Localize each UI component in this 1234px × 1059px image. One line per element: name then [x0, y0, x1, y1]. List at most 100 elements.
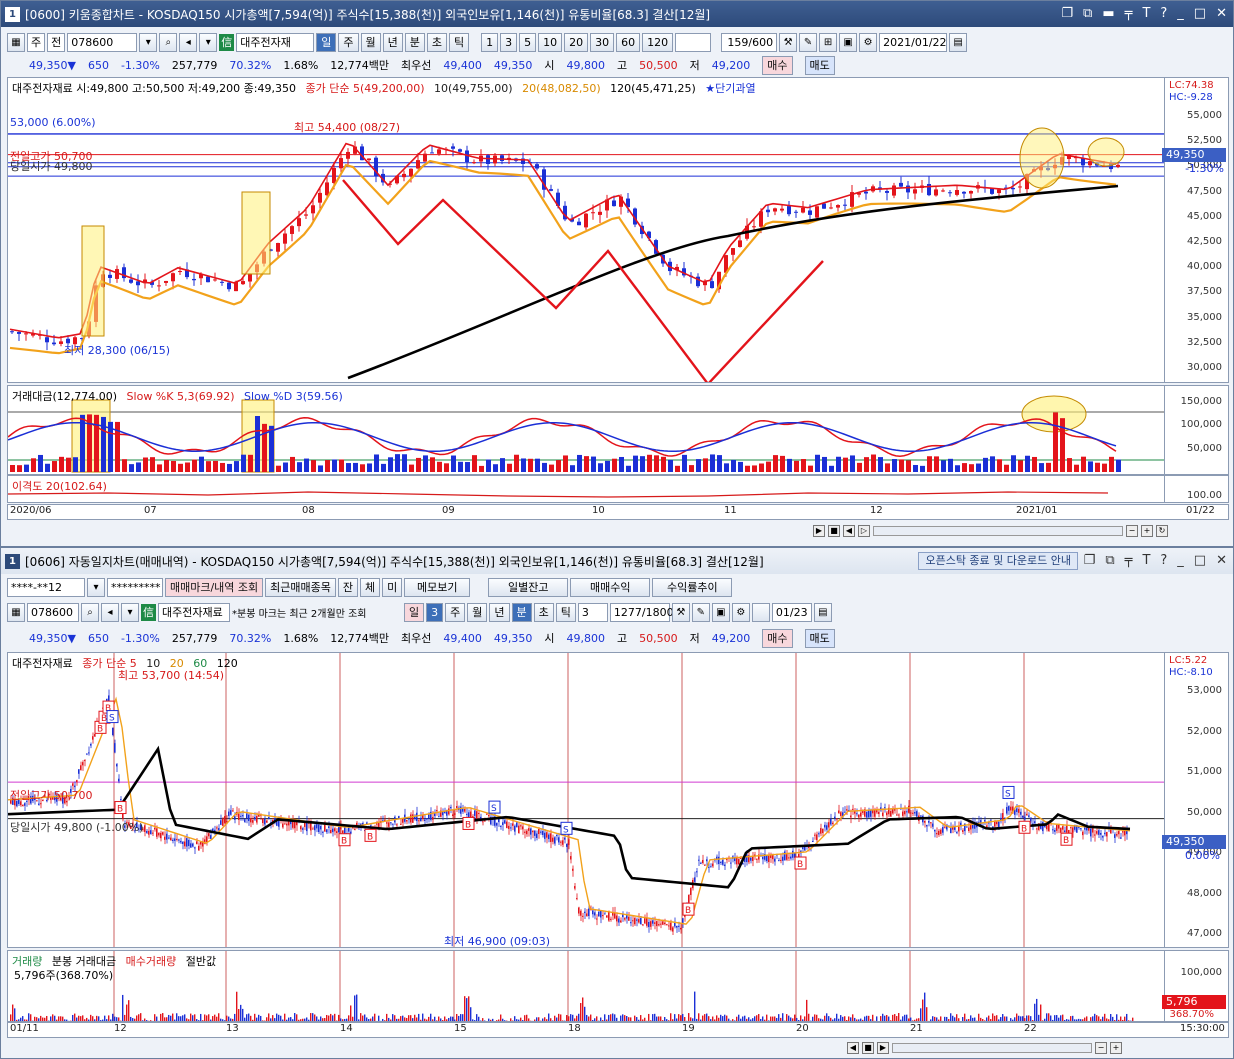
tab-balance[interactable]: 잔 — [337, 577, 359, 597]
data-count[interactable]: 159/600 — [721, 32, 778, 52]
bperiod-minute[interactable]: 분 — [511, 602, 532, 622]
layout-icon[interactable]: ▦ — [7, 32, 25, 52]
b-sell-button[interactable]: 매도 — [804, 628, 835, 648]
font-icon[interactable]: T — [1142, 6, 1150, 21]
scroll-left-icon[interactable]: ◀ — [843, 525, 855, 537]
b-buy-button[interactable]: 매수 — [762, 628, 793, 648]
bperiod-tick[interactable]: 틱 — [555, 602, 576, 622]
help-icon[interactable]: ? — [1160, 6, 1167, 21]
min-30[interactable]: 30 — [590, 32, 615, 52]
search-icon[interactable]: ⌕ — [81, 602, 99, 622]
minimize-icon[interactable]: _ — [1177, 553, 1184, 568]
bperiod-3[interactable]: 3 — [426, 602, 444, 622]
bottom-data-count[interactable]: 1277/1800 — [609, 602, 674, 622]
restore-icon[interactable]: ❐ — [1061, 6, 1073, 21]
min-5[interactable]: 5 — [519, 32, 537, 52]
type-select-2[interactable]: 전 — [47, 32, 66, 52]
bottom-stock-code[interactable]: 078600 — [27, 602, 79, 622]
font-icon[interactable]: T — [1142, 553, 1150, 568]
period-day[interactable]: 일 — [316, 32, 337, 52]
minute-interval[interactable]: 3 — [577, 602, 608, 622]
min-60[interactable]: 60 — [616, 32, 641, 52]
period-second[interactable]: 초 — [426, 32, 447, 52]
pin-icon[interactable]: ╤ — [1125, 553, 1133, 568]
bperiod-year[interactable]: 년 — [489, 602, 510, 622]
pin-icon[interactable]: ╤ — [1125, 6, 1133, 21]
minimize-window-icon[interactable]: _ — [1177, 6, 1184, 21]
bottom-date-input[interactable]: 01/23 — [771, 602, 812, 622]
arrow-icon[interactable]: ▾ — [199, 32, 218, 52]
min-3[interactable]: 3 — [500, 32, 518, 52]
scroll-left-icon[interactable]: ◀ — [847, 1042, 859, 1054]
buy-button[interactable]: 매수 — [762, 55, 793, 75]
search-icon[interactable]: ⌕ — [159, 32, 178, 52]
zoom-in-icon[interactable]: + — [1110, 1042, 1122, 1054]
return-trend-button[interactable]: 수익률추이 — [652, 577, 733, 597]
min-1[interactable]: 1 — [481, 32, 499, 52]
daily-price-chart[interactable]: 대주전자재료 시:49,800 고:50,500 저:49,200 종:49,3… — [7, 77, 1229, 383]
save-icon[interactable]: ▣ — [711, 602, 730, 622]
calendar-icon[interactable]: ▤ — [813, 602, 832, 622]
zoom-out-icon[interactable]: − — [1126, 525, 1138, 537]
speaker-icon[interactable]: ◂ — [101, 602, 119, 622]
scroll-track[interactable] — [873, 526, 1123, 536]
min-120[interactable]: 120 — [642, 32, 674, 52]
tab-trade-marks[interactable]: 매매마크/내역 조회 — [165, 577, 264, 597]
type-select-1[interactable]: 주 — [27, 32, 46, 52]
scroll-right-icon[interactable]: ▶ — [813, 525, 825, 537]
tab-filled[interactable]: 체 — [360, 577, 381, 597]
date-input[interactable]: 2021/01/22 — [879, 32, 948, 52]
account-dropdown-icon[interactable]: ▾ — [87, 577, 105, 597]
disparity-chart[interactable]: 이격도 20(102.64) 100.00 — [7, 475, 1229, 503]
dropdown-icon[interactable]: ▾ — [139, 32, 158, 52]
drawing-icon[interactable]: ✎ — [691, 602, 710, 622]
calendar-icon[interactable]: ▤ — [949, 32, 968, 52]
sell-button[interactable]: 매도 — [804, 55, 835, 75]
link-icon[interactable]: ⧉ — [1083, 6, 1092, 21]
stock-code-input[interactable]: 078600 — [67, 32, 138, 52]
account-input[interactable]: ****-**12 — [7, 577, 85, 597]
tool-icon[interactable]: ⚒ — [671, 602, 690, 622]
min-10[interactable]: 10 — [538, 32, 563, 52]
split-icon[interactable]: ⊞ — [819, 32, 838, 52]
arrow-icon[interactable]: ▾ — [121, 602, 139, 622]
checkbox[interactable] — [751, 602, 770, 622]
minute-volume-chart[interactable]: 거래량 분봉 거래대금 매수거래량 절반값 5,796주(368.70%) 10… — [7, 950, 1229, 1022]
zoom-out-icon[interactable]: − — [1095, 1042, 1107, 1054]
period-minute[interactable]: 분 — [404, 32, 425, 52]
zoom-in-icon[interactable]: + — [1141, 525, 1153, 537]
gear-icon[interactable]: ⚙ — [859, 32, 878, 52]
maximize-icon[interactable]: □ — [1194, 553, 1206, 568]
tab-recent-trades[interactable]: 최근매매종목 — [265, 577, 336, 597]
save-icon[interactable]: ▣ — [839, 32, 858, 52]
bperiod-week[interactable]: 주 — [445, 602, 466, 622]
period-month[interactable]: 월 — [360, 32, 381, 52]
scroll-right-icon[interactable]: ▶ — [877, 1042, 889, 1054]
period-year[interactable]: 년 — [382, 32, 403, 52]
close-icon[interactable]: ✕ — [1216, 553, 1227, 568]
bperiod-day[interactable]: 일 — [404, 602, 425, 622]
restore-icon[interactable]: ❐ — [1084, 553, 1096, 568]
min-custom[interactable] — [675, 32, 712, 52]
drawing-icon[interactable]: ✎ — [799, 32, 818, 52]
memo-button[interactable]: 메모보기 — [404, 577, 471, 597]
speaker-icon[interactable]: ◂ — [179, 32, 198, 52]
layout-icon[interactable]: ▦ — [7, 602, 25, 622]
notice-button[interactable]: 오픈스탁 종료 및 다운로드 안내 — [918, 552, 1078, 570]
gear-icon[interactable]: ⚙ — [731, 602, 750, 622]
scroll-stop-icon[interactable]: ■ — [828, 525, 840, 537]
min-20[interactable]: 20 — [564, 32, 589, 52]
bperiod-second[interactable]: 초 — [533, 602, 554, 622]
stochastic-chart[interactable]: 거래대금(12,774.00) Slow %K 5,3(69.92) Slow … — [7, 385, 1229, 475]
minute-price-chart[interactable]: BBBSBBBBSSBBSBB 대주전자재료 종가 단순 5 10 20 60 … — [7, 652, 1229, 948]
reset-icon[interactable]: ↻ — [1156, 525, 1168, 537]
tab-unfilled[interactable]: 미 — [382, 577, 403, 597]
period-tick[interactable]: 틱 — [449, 32, 470, 52]
password-input[interactable]: ********* — [107, 577, 163, 597]
help-icon[interactable]: ? — [1160, 553, 1167, 568]
scroll-end-icon[interactable]: ▷ — [858, 525, 870, 537]
scroll-stop-icon[interactable]: ■ — [862, 1042, 874, 1054]
tool-icon[interactable]: ⚒ — [779, 32, 798, 52]
close-icon[interactable]: ✕ — [1216, 6, 1227, 21]
trade-profit-button[interactable]: 매매수익 — [570, 577, 651, 597]
